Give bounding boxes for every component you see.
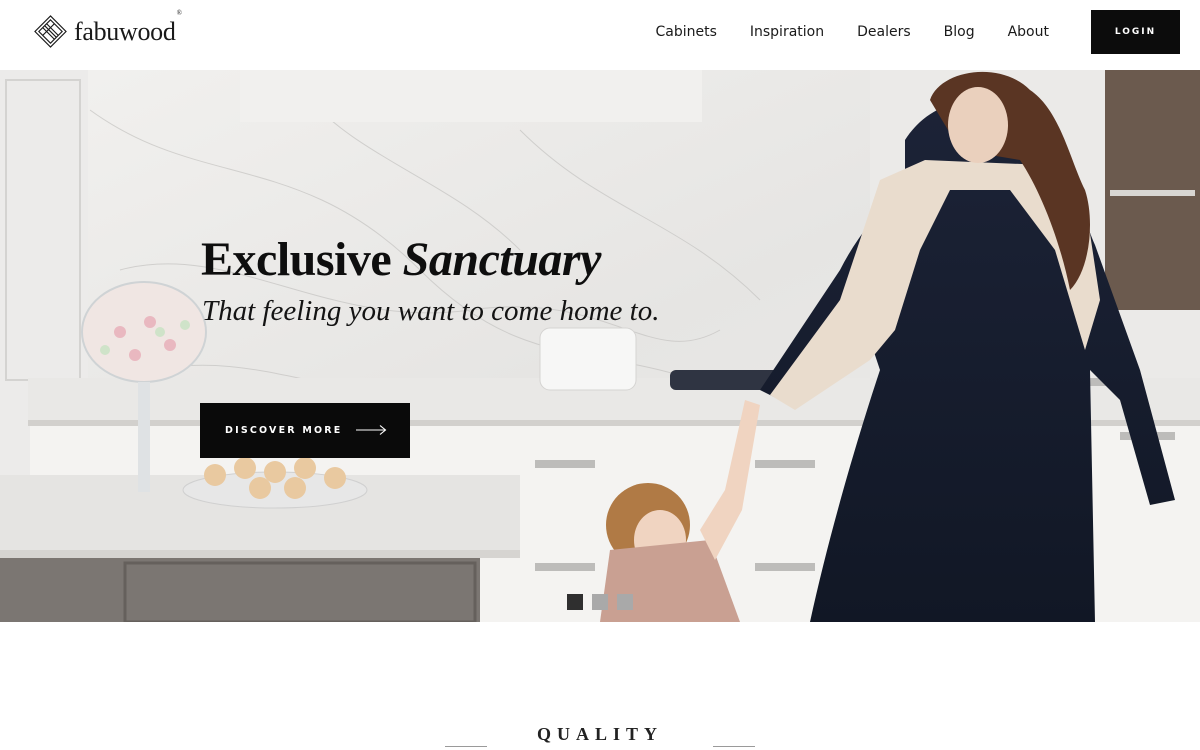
brand-logo[interactable]: fabuwood® [34, 8, 182, 48]
slide-dot-1[interactable] [567, 594, 583, 610]
hero-title: Exclusive Sanctuary [201, 233, 601, 286]
quality-divider-left [445, 746, 487, 747]
quality-divider-right [713, 746, 755, 747]
nav-item-about[interactable]: About [1008, 24, 1049, 40]
nav-item-inspiration[interactable]: Inspiration [750, 24, 824, 40]
quality-section: QUALITY [0, 622, 1200, 750]
hero-banner: Exclusive Sanctuary That feeling you wan… [0, 70, 1200, 622]
discover-more-label: DISCOVER MORE [225, 425, 343, 436]
nav-item-cabinets[interactable]: Cabinets [655, 24, 716, 40]
nav-item-blog[interactable]: Blog [944, 24, 975, 40]
slider-dots [567, 594, 633, 610]
discover-more-button[interactable]: DISCOVER MORE [200, 403, 410, 458]
site-header: fabuwood® Cabinets Inspiration Dealers B… [0, 0, 1200, 70]
slide-dot-2[interactable] [592, 594, 608, 610]
login-button[interactable]: LOGIN [1091, 10, 1180, 54]
logo-diamond-icon [34, 15, 67, 48]
hero-subtitle: That feeling you want to come home to. [202, 295, 660, 327]
nav-item-dealers[interactable]: Dealers [857, 24, 911, 40]
hero-kitchen-photo [0, 70, 1200, 622]
arrow-right-icon [356, 425, 387, 435]
main-nav: Cabinets Inspiration Dealers Blog About [655, 24, 1049, 40]
section-title: QUALITY [536, 724, 663, 744]
slide-dot-3[interactable] [617, 594, 633, 610]
brand-name: fabuwood® [74, 8, 182, 46]
